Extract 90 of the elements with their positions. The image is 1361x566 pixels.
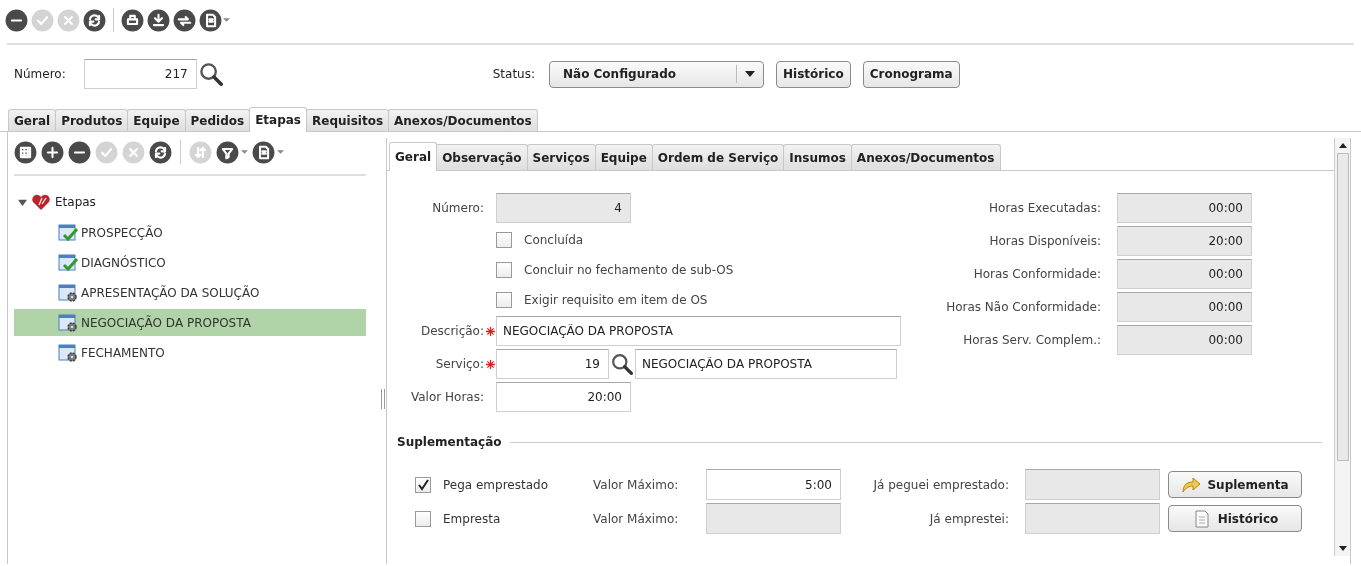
hours-field[interactable]: 00:00 — [1117, 292, 1252, 322]
header-button[interactable]: Cronograma — [862, 60, 960, 88]
borrowed-field[interactable] — [1025, 469, 1160, 500]
header-button[interactable]: Histórico — [776, 60, 851, 88]
scrollbar[interactable] — [1334, 138, 1350, 556]
max-value-field[interactable]: 5:00 — [706, 469, 841, 500]
document-icon[interactable] — [199, 8, 222, 32]
caret-icon[interactable] — [277, 149, 284, 155]
expand-toggle-icon[interactable] — [18, 197, 27, 207]
caret-icon — [745, 70, 755, 78]
description-field[interactable]: NEGOCIAÇÃO DA PROPOSTA — [496, 316, 901, 346]
status-dropdown[interactable]: Não Configurado — [549, 60, 764, 88]
tab[interactable]: Observação — [436, 144, 528, 170]
service-code-field[interactable]: 19 — [496, 349, 609, 379]
tab[interactable]: Equipe — [127, 109, 186, 131]
checkbox[interactable] — [496, 291, 512, 308]
hours-field[interactable]: 00:00 — [1117, 193, 1252, 223]
filter-icon[interactable] — [216, 140, 239, 164]
hours-field[interactable]: 00:00 — [1117, 325, 1252, 355]
field-label: Horas Disponíveis: — [988, 234, 1101, 248]
caret-icon[interactable] — [241, 149, 248, 155]
minus-icon[interactable] — [5, 8, 28, 32]
tab[interactable]: Geral — [8, 109, 57, 131]
tree-item[interactable]: FECHAMENTO — [14, 339, 366, 366]
field-label: Já emprestei: — [928, 511, 1009, 526]
download-icon[interactable] — [147, 8, 170, 32]
field-label: Horas Executadas: — [988, 201, 1101, 215]
printer-icon[interactable] — [121, 8, 144, 32]
field-label: Valor Máximo: — [593, 477, 680, 492]
checkbox[interactable] — [496, 231, 512, 248]
scroll-down-icon[interactable] — [1338, 545, 1347, 552]
supplement-button[interactable]: Histórico — [1168, 505, 1302, 532]
field-label: Horas Serv. Complem.: — [962, 333, 1101, 347]
checkbox-label[interactable]: Empresta — [443, 511, 593, 526]
tab[interactable]: Anexos/Documentos — [388, 109, 538, 131]
tree-item[interactable]: APRESENTAÇÃO DA SOLUÇÃO — [14, 279, 366, 306]
checkbox-label[interactable]: Pega emprestado — [443, 477, 593, 492]
tree-item[interactable]: PROSPECÇÃO — [14, 219, 366, 246]
splitter-handle[interactable] — [381, 389, 385, 409]
field-label: Valor Máximo: — [593, 511, 680, 526]
supplement-button[interactable]: Suplementa — [1168, 471, 1302, 498]
checkbox-label[interactable]: Concluída — [524, 232, 584, 247]
field-label: Horas Conformidade: — [972, 267, 1101, 281]
tab[interactable]: Ordem de Serviço — [651, 144, 785, 170]
search-icon[interactable] — [611, 353, 633, 375]
caret-icon[interactable] — [223, 17, 230, 23]
tab[interactable]: Equipe — [594, 144, 653, 170]
checkbox[interactable] — [415, 510, 431, 527]
section-title: Suplementação — [397, 435, 502, 449]
search-icon[interactable] — [198, 62, 223, 86]
heart-icon — [31, 193, 51, 211]
service-name-field[interactable]: NEGOCIAÇÃO DA PROPOSTA — [635, 349, 897, 379]
hours-field[interactable]: 20:00 — [496, 382, 631, 412]
tab[interactable]: Etapas — [249, 107, 307, 132]
minus-icon[interactable] — [68, 140, 91, 164]
tab[interactable]: Insumos — [783, 144, 852, 170]
checkbox[interactable] — [496, 261, 512, 278]
field-label: Descrição: — [419, 324, 484, 338]
hours-field[interactable]: 00:00 — [1117, 259, 1252, 289]
tree-item[interactable]: NEGOCIAÇÃO DA PROPOSTA — [14, 309, 366, 336]
swap-icon[interactable] — [173, 8, 196, 32]
tab[interactable]: Requisitos — [306, 109, 390, 131]
tab[interactable]: Pedidos — [184, 109, 251, 131]
tree-label[interactable]: Etapas — [55, 195, 96, 209]
field-label: Serviço: — [434, 357, 484, 371]
number-field[interactable]: 4 — [496, 193, 631, 223]
field-label: Valor Horas: — [410, 390, 484, 404]
plus-icon[interactable] — [41, 140, 64, 164]
refresh-icon[interactable] — [149, 140, 172, 164]
tab[interactable]: Anexos/Documentos — [850, 144, 1001, 170]
tab[interactable]: Produtos — [55, 109, 129, 131]
field-label: Número: — [431, 201, 484, 215]
grid-icon[interactable] — [14, 140, 37, 164]
max-value-field[interactable] — [706, 503, 841, 534]
tab[interactable]: Geral — [389, 142, 438, 171]
refresh-icon[interactable] — [83, 8, 106, 32]
scroll-up-icon[interactable] — [1338, 142, 1347, 149]
checkbox[interactable] — [415, 476, 431, 493]
checkbox-label[interactable]: Exigir requisito em item de OS — [524, 292, 708, 307]
status-label: Status: — [492, 67, 535, 81]
number-field[interactable]: 217 — [83, 59, 197, 89]
field-label: Horas Não Conformidade: — [945, 300, 1101, 314]
tab[interactable]: Serviços — [526, 144, 596, 170]
borrowed-field[interactable] — [1025, 503, 1160, 534]
checkbox-label[interactable]: Concluir no fechamento de sub-OS — [524, 262, 734, 277]
document-icon[interactable] — [252, 140, 275, 164]
tree-item[interactable]: DIAGNÓSTICO — [14, 249, 366, 276]
number-label: Número: — [14, 67, 66, 81]
hours-field[interactable]: 20:00 — [1117, 226, 1252, 256]
field-label: Já peguei emprestado: — [872, 477, 1009, 492]
